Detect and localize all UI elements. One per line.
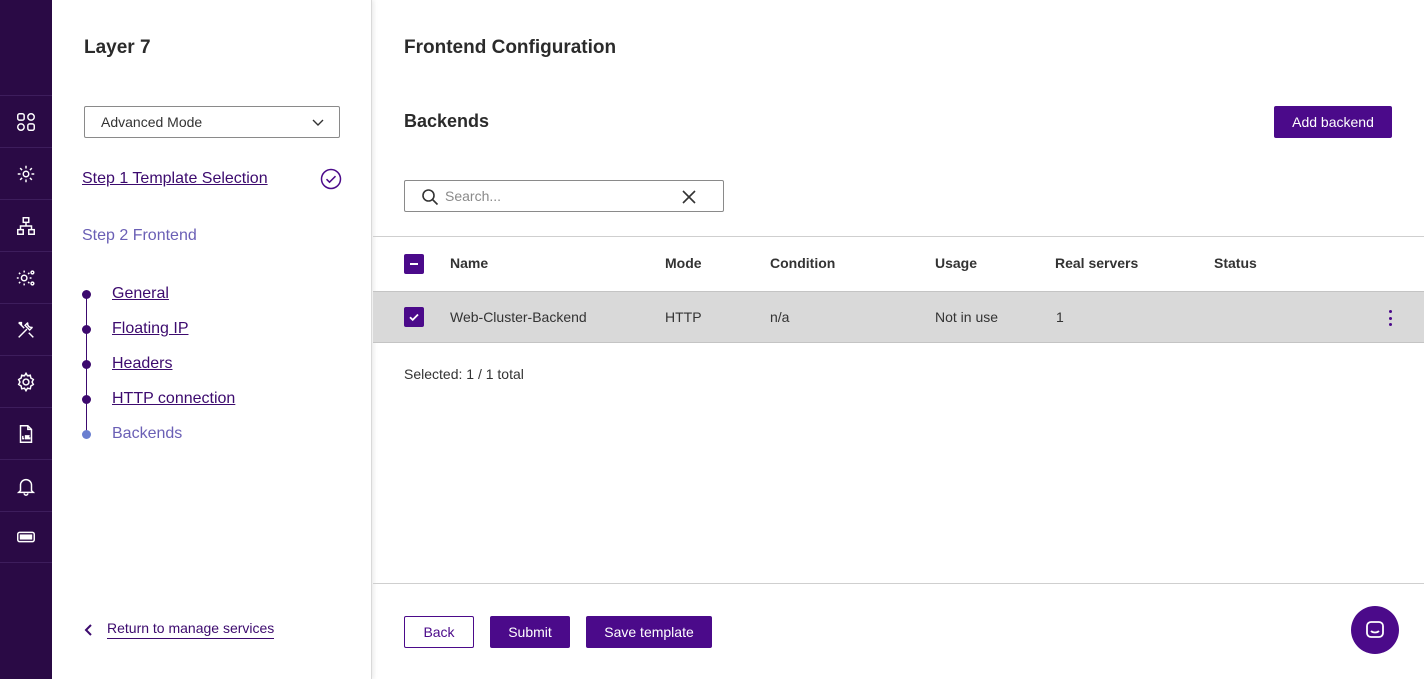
checkmark-icon	[409, 313, 419, 322]
check-circle-icon	[320, 168, 342, 190]
footer-divider	[373, 583, 1424, 584]
cell-mode: HTTP	[665, 309, 702, 325]
substep-dot-current	[82, 429, 91, 439]
step-2-frontend: Step 2 Frontend	[82, 227, 197, 244]
row-checkbox[interactable]	[404, 307, 424, 327]
row-actions-kebab-icon[interactable]	[1383, 308, 1397, 328]
table-row[interactable]: Web-Cluster-Backend HTTP n/a Not in use …	[373, 291, 1424, 343]
icon-rail	[0, 0, 52, 679]
return-link-label: Return to manage services	[107, 620, 275, 639]
minus-icon	[410, 263, 418, 265]
column-header-real-servers[interactable]: Real servers	[1055, 255, 1138, 271]
section-title: Backends	[404, 111, 490, 131]
cluster-gear-icon[interactable]	[0, 147, 52, 199]
wizard-title: Layer 7	[84, 37, 151, 58]
substep-dot	[82, 394, 91, 404]
column-header-condition[interactable]: Condition	[770, 255, 835, 271]
substep-dot	[82, 324, 91, 334]
services-gear-icon[interactable]	[0, 251, 52, 303]
settings-gear-icon[interactable]	[0, 355, 52, 407]
column-header-mode[interactable]: Mode	[665, 255, 702, 271]
main-content: Frontend Configuration Backends Add back…	[373, 0, 1424, 679]
substep-general-link[interactable]: General	[112, 285, 169, 303]
page-title: Frontend Configuration	[404, 37, 617, 58]
search-input[interactable]	[445, 186, 665, 206]
network-tree-icon[interactable]	[0, 199, 52, 251]
substep-floating-ip-link[interactable]: Floating IP	[112, 320, 188, 338]
chevron-left-icon	[84, 623, 92, 636]
return-to-manage-services-link[interactable]: Return to manage services	[82, 620, 275, 639]
column-header-status[interactable]: Status	[1214, 255, 1257, 271]
wizard-panel: Layer 7 Advanced Mode Step 1 Template Se…	[52, 0, 372, 679]
substep-dot	[82, 289, 91, 299]
cell-real-servers: 1	[1056, 309, 1064, 325]
chat-launcher-button[interactable]	[1351, 606, 1399, 654]
back-button[interactable]: Back	[404, 616, 474, 648]
log-file-icon[interactable]	[0, 407, 52, 459]
substep-dot	[82, 359, 91, 369]
submit-button[interactable]: Submit	[490, 616, 570, 648]
search-icon	[422, 189, 439, 206]
mode-select[interactable]: Advanced Mode	[84, 106, 340, 138]
substep-http-connection-link[interactable]: HTTP connection	[112, 390, 235, 408]
chat-icon	[1366, 621, 1384, 638]
cell-usage: Not in use	[935, 309, 999, 325]
column-header-usage[interactable]: Usage	[935, 255, 977, 271]
add-backend-button[interactable]: Add backend	[1274, 106, 1392, 138]
column-header-name[interactable]: Name	[450, 255, 488, 271]
chevron-down-icon	[312, 119, 324, 126]
ticket-icon[interactable]	[0, 511, 52, 563]
table-header-row: Name Mode Condition Usage Real servers S…	[373, 237, 1424, 291]
cell-name: Web-Cluster-Backend	[450, 309, 587, 325]
close-icon[interactable]	[681, 189, 697, 205]
step-1-template-selection-link[interactable]: Step 1 Template Selection	[82, 170, 268, 188]
bell-icon[interactable]	[0, 459, 52, 511]
mode-select-value: Advanced Mode	[101, 114, 203, 130]
select-all-checkbox[interactable]	[404, 254, 424, 274]
search-box	[404, 180, 724, 212]
substep-headers-link[interactable]: Headers	[112, 355, 172, 373]
dashboard-grid-icon[interactable]	[0, 95, 52, 147]
tools-icon[interactable]	[0, 303, 52, 355]
cell-condition: n/a	[770, 309, 790, 325]
selected-count: Selected: 1 / 1 total	[404, 366, 524, 382]
substep-backends-label: Backends	[112, 425, 183, 442]
save-template-button[interactable]: Save template	[586, 616, 712, 648]
